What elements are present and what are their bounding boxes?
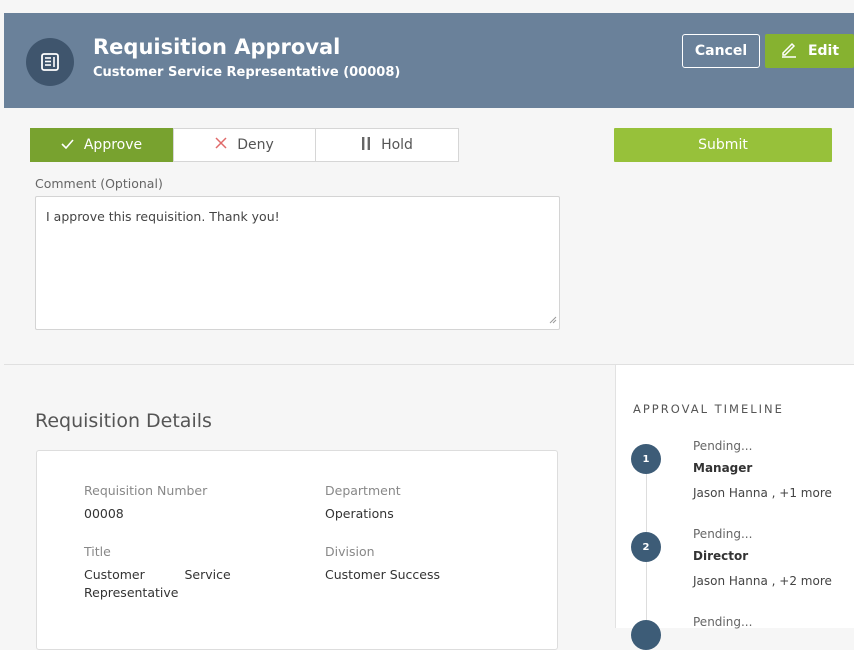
- pause-icon: [361, 136, 371, 154]
- x-icon: [215, 137, 227, 153]
- page-subtitle: Customer Service Representative (00008): [93, 65, 401, 80]
- step-1-people: Jason Hanna , +1 more: [693, 486, 832, 500]
- division-value: Customer Success: [325, 567, 441, 582]
- check-icon: [61, 137, 74, 153]
- approve-label: Approve: [83, 137, 143, 153]
- deny-option[interactable]: Deny: [173, 128, 316, 162]
- cancel-label: Cancel: [694, 43, 748, 59]
- page-title: Requisition Approval: [93, 35, 341, 59]
- req-number-value: 00008: [84, 506, 124, 521]
- step-3-status: Pending...: [693, 615, 753, 629]
- timeline-step-3-node: [631, 620, 661, 650]
- edit-label: Edit: [807, 43, 840, 59]
- submit-button[interactable]: Submit: [614, 128, 832, 162]
- step-2-role: Director: [693, 549, 749, 563]
- timeline-step-1-node: 1: [631, 444, 661, 474]
- resize-handle-icon[interactable]: [549, 312, 557, 327]
- hold-label: Hold: [381, 137, 413, 153]
- approve-option[interactable]: Approve: [30, 128, 173, 162]
- pencil-icon: [780, 40, 798, 62]
- details-card: [36, 450, 558, 650]
- title-value-line2: Representative: [84, 585, 179, 600]
- timeline-step-2-node: 2: [631, 532, 661, 562]
- details-title: Requisition Details: [35, 410, 212, 432]
- step-1-role: Manager: [693, 461, 753, 475]
- decision-selector: Approve Deny Hold: [30, 128, 460, 162]
- edit-button[interactable]: Edit: [765, 34, 854, 68]
- step-2-people: Jason Hanna , +2 more: [693, 574, 832, 588]
- timeline-title: APPROVAL TIMELINE: [633, 402, 784, 416]
- step-2-status: Pending...: [693, 527, 753, 541]
- page-header: Requisition Approval Customer Service Re…: [4, 13, 854, 108]
- cancel-button[interactable]: Cancel: [682, 34, 760, 68]
- hold-option[interactable]: Hold: [316, 128, 459, 162]
- deny-label: Deny: [237, 137, 274, 153]
- submit-label: Submit: [698, 137, 748, 153]
- division-label: Division: [325, 544, 375, 559]
- comment-label: Comment (Optional): [35, 176, 163, 191]
- step-2-number: 2: [642, 541, 650, 553]
- title-value-line1: Customer Service: [84, 567, 231, 582]
- department-label: Department: [325, 483, 401, 498]
- step-1-number: 1: [642, 453, 650, 465]
- comment-text: I approve this requisition. Thank you!: [46, 209, 280, 224]
- comment-textarea[interactable]: I approve this requisition. Thank you!: [35, 196, 560, 330]
- title-label: Title: [84, 544, 111, 559]
- department-value: Operations: [325, 506, 394, 521]
- step-1-status: Pending...: [693, 439, 753, 453]
- document-icon: [26, 38, 74, 86]
- req-number-label: Requisition Number: [84, 483, 208, 498]
